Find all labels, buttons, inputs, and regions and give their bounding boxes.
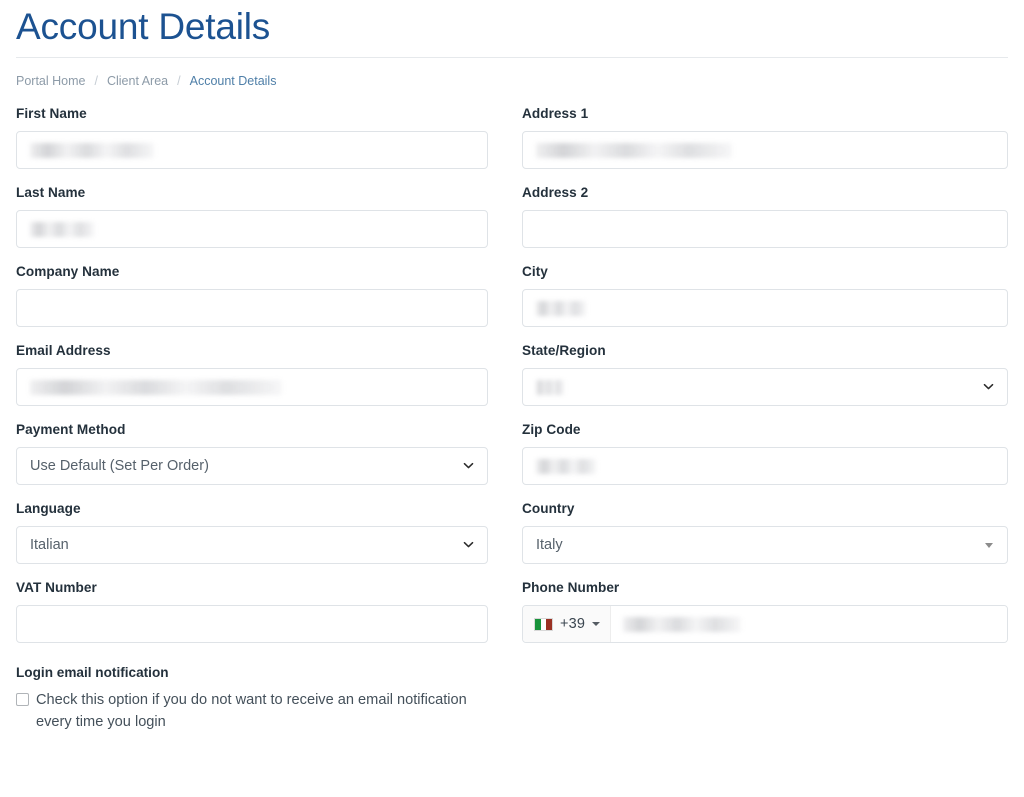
phone-country-selector[interactable]: +39 [523, 606, 612, 643]
field-address1: Address 1 [522, 106, 1008, 170]
country-label: Country [522, 501, 575, 517]
vat-number-input[interactable] [16, 605, 488, 644]
form-column-left: First Name Last Name Company Name Email … [16, 106, 488, 733]
redacted-value [536, 379, 564, 395]
breadcrumb: Portal Home / Client Area / Account Deta… [16, 58, 1008, 92]
email-address-input[interactable] [16, 368, 488, 407]
language-label: Language [16, 501, 81, 517]
caret-down-icon [592, 622, 601, 627]
login-email-notification-row: Check this option if you do not want to … [16, 690, 486, 733]
login-email-notification-title: Login email notification [16, 665, 169, 681]
redacted-value [536, 300, 586, 316]
field-last-name: Last Name [16, 185, 488, 249]
zip-code-input[interactable] [522, 447, 1008, 486]
field-state-region: State/Region [522, 343, 1008, 407]
first-name-label: First Name [16, 106, 87, 122]
redacted-value [536, 142, 732, 158]
account-details-form: First Name Last Name Company Name Email … [16, 92, 1008, 733]
page-title: Account Details [16, 6, 271, 47]
address1-label: Address 1 [522, 106, 589, 122]
breadcrumb-separator: / [177, 74, 181, 89]
payment-method-value: Use Default (Set Per Order) [30, 458, 209, 475]
payment-method-label: Payment Method [16, 422, 126, 438]
chevron-down-icon [983, 381, 994, 392]
phone-dial-code: +39 [560, 616, 586, 633]
phone-number-group: +39 [522, 605, 1008, 644]
city-input[interactable] [522, 289, 1008, 328]
email-address-label: Email Address [16, 343, 111, 359]
breadcrumb-item-portal-home[interactable]: Portal Home [16, 74, 85, 88]
company-name-input[interactable] [16, 289, 488, 328]
company-name-label: Company Name [16, 264, 120, 280]
breadcrumb-item-account-details: Account Details [189, 74, 277, 89]
flag-italy-icon [534, 617, 553, 631]
language-select[interactable]: Italian [16, 526, 488, 565]
zip-code-label: Zip Code [522, 422, 581, 438]
field-payment-method: Payment Method Use Default (Set Per Orde… [16, 422, 488, 486]
field-email-address: Email Address [16, 343, 488, 407]
city-label: City [522, 264, 548, 280]
language-value: Italian [30, 537, 69, 554]
field-company-name: Company Name [16, 264, 488, 328]
redacted-value [536, 458, 596, 474]
country-value: Italy [536, 537, 563, 554]
chevron-down-icon [463, 539, 474, 550]
field-first-name: First Name [16, 106, 488, 170]
field-address2: Address 2 [522, 185, 1008, 249]
address2-input[interactable] [522, 210, 1008, 249]
vat-number-label: VAT Number [16, 580, 97, 596]
redacted-value [30, 142, 154, 158]
field-city: City [522, 264, 1008, 328]
country-select[interactable]: Italy [522, 526, 1008, 565]
state-region-select[interactable] [522, 368, 1008, 407]
field-country: Country Italy [522, 501, 1008, 565]
phone-number-label: Phone Number [522, 580, 620, 596]
breadcrumb-separator: / [94, 74, 98, 89]
form-column-right: Address 1 Address 2 City State/Region Zi… [522, 106, 1008, 733]
last-name-input[interactable] [16, 210, 488, 249]
address1-input[interactable] [522, 131, 1008, 170]
redacted-value [30, 379, 282, 395]
payment-method-select[interactable]: Use Default (Set Per Order) [16, 447, 488, 486]
field-language: Language Italian [16, 501, 488, 565]
account-details-page: Account Details Portal Home / Client Are… [0, 0, 1024, 797]
redacted-value [623, 616, 742, 632]
field-zip-code: Zip Code [522, 422, 1008, 486]
login-email-notification-checkbox[interactable] [16, 693, 29, 707]
breadcrumb-item-client-area[interactable]: Client Area [107, 74, 168, 88]
first-name-input[interactable] [16, 131, 488, 170]
last-name-label: Last Name [16, 185, 86, 201]
caret-down-icon [985, 543, 993, 549]
login-email-notification-section: Login email notification Check this opti… [16, 665, 488, 733]
phone-number-input[interactable] [611, 606, 1007, 643]
chevron-down-icon [463, 460, 474, 471]
redacted-value [30, 221, 94, 237]
field-phone-number: Phone Number +39 [522, 580, 1008, 644]
field-vat-number: VAT Number [16, 580, 488, 644]
login-email-notification-description: Check this option if you do not want to … [36, 692, 467, 730]
address2-label: Address 2 [522, 185, 589, 201]
state-region-label: State/Region [522, 343, 606, 359]
